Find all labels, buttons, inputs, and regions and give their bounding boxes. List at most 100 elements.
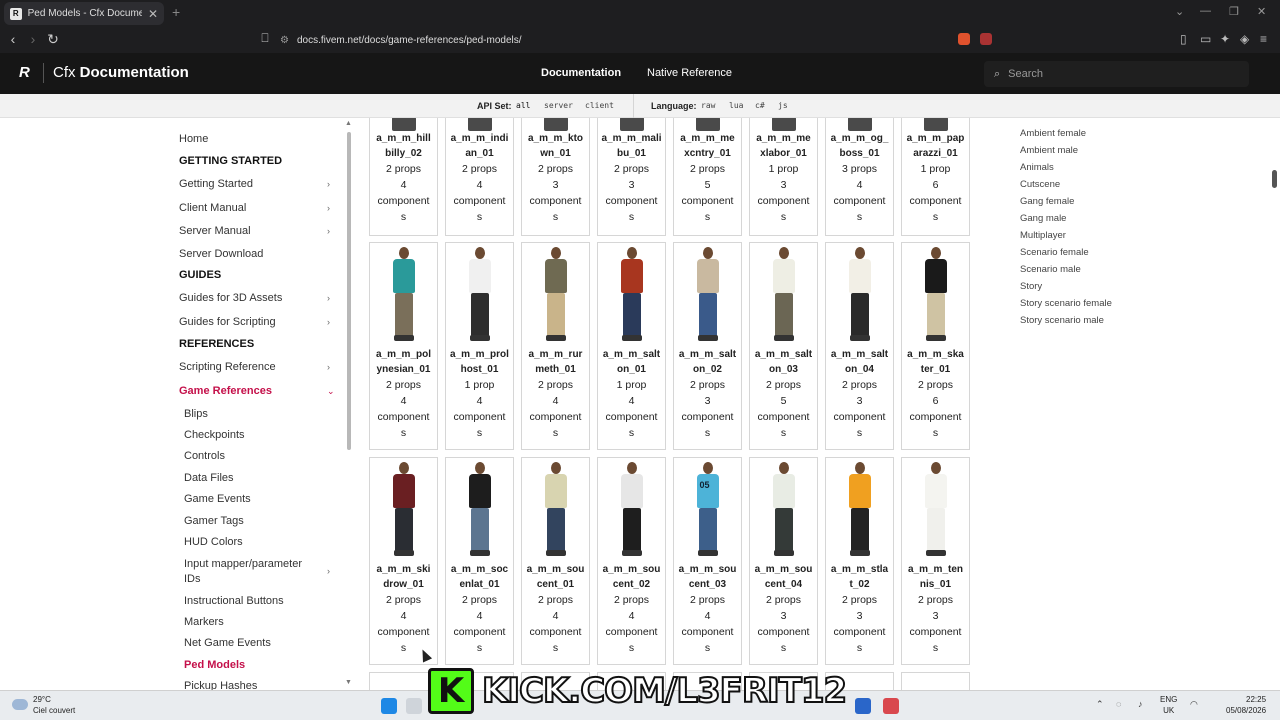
tab-list-icon[interactable]: ⌄: [1175, 5, 1184, 18]
ped-card[interactable]: a_m_m_stla t_02 2 props 3 component s: [825, 457, 894, 665]
chevron-down-icon[interactable]: ⌄: [327, 386, 335, 397]
sidebar-item-input-mapper[interactable]: Input mapper/parameter IDs: [184, 557, 314, 587]
sidebar-item-markers[interactable]: Markers: [184, 616, 344, 628]
toc-item[interactable]: Ambient female: [1020, 128, 1086, 139]
ped-card[interactable]: a_m_m_salt on_04 2 props 3 component s: [825, 242, 894, 450]
sidebar-item-hud-colors[interactable]: HUD Colors: [184, 536, 344, 548]
bookmark-icon[interactable]: ⎕: [256, 31, 274, 46]
new-tab-icon[interactable]: +: [172, 4, 180, 20]
ped-card[interactable]: a_m_m_pol ynesian_01 2 props 4 component s: [369, 242, 438, 450]
cfx-logo[interactable]: R: [19, 64, 30, 81]
tray-chevron-icon[interactable]: ⌃: [1096, 699, 1104, 710]
menu-icon[interactable]: ≡: [1260, 32, 1267, 46]
tray-network-icon[interactable]: ◌: [1116, 699, 1121, 709]
taskbar-browser-icon[interactable]: [883, 698, 899, 714]
chevron-right-icon[interactable]: ›: [327, 362, 330, 372]
toc-item[interactable]: Story: [1020, 281, 1042, 292]
ped-card[interactable]: a_m_m_pap arazzi_01 1 prop 6 component s: [901, 118, 970, 236]
ped-card[interactable]: a_m_m_sou cent_02 2 props 4 component s: [597, 457, 666, 665]
sidebar-item-instructional-buttons[interactable]: Instructional Buttons: [184, 595, 344, 607]
ped-card[interactable]: a_m_m_me xcntry_01 2 props 5 component s: [673, 118, 742, 236]
toc-item[interactable]: Gang male: [1020, 213, 1066, 224]
chevron-right-icon[interactable]: ›: [327, 566, 330, 576]
taskbar-app-icon[interactable]: [855, 698, 871, 714]
sidebar-item-guides-scripting[interactable]: Guides for Scripting: [179, 316, 339, 328]
sidebar-item-ped-models[interactable]: Ped Models: [184, 659, 344, 671]
page-scrollbar[interactable]: [1272, 170, 1277, 188]
toc-item[interactable]: Story scenario male: [1020, 315, 1104, 326]
sidebar-item-scripting-reference[interactable]: Scripting Reference: [179, 361, 339, 373]
ped-card[interactable]: a_m_m_salt on_03 2 props 5 component s: [749, 242, 818, 450]
close-tab-icon[interactable]: ✕: [148, 7, 158, 21]
sidebar-item-gamer-tags[interactable]: Gamer Tags: [184, 515, 344, 527]
sidebar-item-server-download[interactable]: Server Download: [179, 248, 339, 260]
ped-card[interactable]: a_m_m_salt on_01 1 prop 4 component s: [597, 242, 666, 450]
vpn-icon[interactable]: ◈: [1240, 32, 1249, 46]
brave-shield-icon[interactable]: [958, 33, 970, 45]
ped-card[interactable]: 05 a_m_m_sou cent_03 2 props 4 component s: [673, 457, 742, 665]
sidebar-item-blips[interactable]: Blips: [184, 408, 344, 420]
toc-item[interactable]: Gang female: [1020, 196, 1074, 207]
forward-icon[interactable]: ›: [24, 31, 42, 47]
sidebar-item-checkpoints[interactable]: Checkpoints: [184, 429, 344, 441]
toc-item[interactable]: Multiplayer: [1020, 230, 1066, 241]
weather-icon[interactable]: [12, 699, 28, 710]
tray-mic-icon[interactable]: ♪: [1138, 699, 1143, 709]
language-indicator[interactable]: ENG UK: [1160, 694, 1177, 716]
chevron-right-icon[interactable]: ›: [327, 226, 330, 236]
site-brand[interactable]: Cfx Documentation: [53, 64, 189, 81]
ped-card[interactable]: a_m_m_prol host_01 1 prop 4 component s: [445, 242, 514, 450]
ped-card[interactable]: a_m_m_ski drow_01 2 props 4 component s: [369, 457, 438, 665]
sidebar-item-controls[interactable]: Controls: [184, 450, 344, 462]
sidebar-item-game-events[interactable]: Game Events: [184, 493, 344, 505]
wallet-icon[interactable]: ▭: [1200, 32, 1211, 46]
toc-item[interactable]: Ambient male: [1020, 145, 1078, 156]
nav-documentation[interactable]: Documentation: [541, 67, 621, 79]
chevron-right-icon[interactable]: ›: [327, 317, 330, 327]
url-field[interactable]: ⚙ docs.fivem.net/docs/game-references/pe…: [280, 30, 1000, 50]
ped-card[interactable]: a_m_m_hill billy_02 2 props 4 component s: [369, 118, 438, 236]
chevron-right-icon[interactable]: ›: [327, 203, 330, 213]
sidebar-item-game-references[interactable]: Game References: [179, 385, 339, 397]
api-option-client[interactable]: client: [585, 101, 614, 110]
toc-item[interactable]: Cutscene: [1020, 179, 1060, 190]
chevron-right-icon[interactable]: ›: [327, 293, 330, 303]
weather-widget[interactable]: 29°C Ciel couvert: [33, 694, 75, 716]
lang-option-lua[interactable]: lua: [729, 101, 743, 110]
system-clock[interactable]: 22:25 05/08/2026: [1226, 694, 1266, 716]
ped-card[interactable]: a_m_m_rur meth_01 2 props 4 component s: [521, 242, 590, 450]
sidebar-scroll-down-icon[interactable]: ▼: [345, 679, 352, 686]
sidebar-item-net-game-events[interactable]: Net Game Events: [184, 637, 344, 649]
chevron-right-icon[interactable]: ›: [327, 179, 330, 189]
taskbar-search-icon[interactable]: [406, 698, 422, 714]
ped-card[interactable]: a_m_m_soc enlat_01 2 props 4 component s: [445, 457, 514, 665]
extensions-icon[interactable]: ✦: [1220, 32, 1230, 46]
ped-card[interactable]: a_m_m_ten nis_01 2 props 3 component s: [901, 457, 970, 665]
site-info-icon[interactable]: ⚙: [280, 35, 289, 46]
sidebar-item-getting-started[interactable]: Getting Started: [179, 178, 339, 190]
back-icon[interactable]: ‹: [4, 31, 22, 47]
minimize-icon[interactable]: —: [1200, 5, 1211, 17]
ped-card[interactable]: a_m_m_sou cent_01 2 props 4 component s: [521, 457, 590, 665]
ped-card[interactable]: a_m_m_kto wn_01 2 props 3 component s: [521, 118, 590, 236]
ped-card[interactable]: a_m_m_me xlabor_01 1 prop 3 component s: [749, 118, 818, 236]
ped-card[interactable]: a_m_m_og_ boss_01 3 props 4 component s: [825, 118, 894, 236]
toc-item[interactable]: Scenario female: [1020, 247, 1089, 258]
lang-option-csharp[interactable]: c#: [755, 101, 765, 110]
reload-icon[interactable]: ↻: [44, 31, 62, 48]
ped-card[interactable]: a_m_m_sou cent_04 2 props 3 component s: [749, 457, 818, 665]
lang-option-raw[interactable]: raw: [701, 101, 715, 110]
sidebar-item-data-files[interactable]: Data Files: [184, 472, 344, 484]
rewards-icon[interactable]: [980, 33, 992, 45]
sidebar-scrollbar[interactable]: [347, 132, 351, 450]
ped-card[interactable]: a_m_m_mali bu_01 2 props 3 component s: [597, 118, 666, 236]
sidebar-item-guides-3d[interactable]: Guides for 3D Assets: [179, 292, 339, 304]
sidebar-item-pickup-hashes[interactable]: Pickup Hashes: [184, 680, 344, 690]
search-input[interactable]: ⌕ Search: [984, 61, 1249, 87]
ped-card[interactable]: a_m_m_ska ter_01 2 props 6 component s: [901, 242, 970, 450]
ped-card[interactable]: a_m_m_indi an_01 2 props 4 component s: [445, 118, 514, 236]
ped-card[interactable]: [901, 672, 970, 690]
toc-item[interactable]: Scenario male: [1020, 264, 1081, 275]
nav-native-reference[interactable]: Native Reference: [647, 67, 732, 79]
lang-option-js[interactable]: js: [778, 101, 788, 110]
